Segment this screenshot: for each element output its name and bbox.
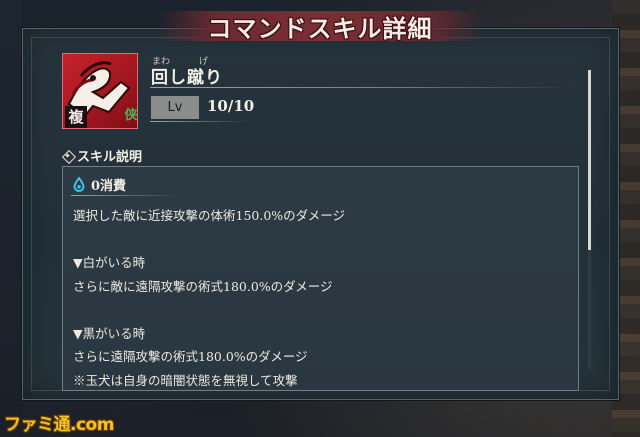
description-line: さらに敵に遠隔攻撃の術式180.0%のダメージ bbox=[73, 278, 333, 294]
description-line: ▼黒がいる時 bbox=[73, 325, 146, 341]
level-divider bbox=[150, 121, 250, 122]
skill-name-divider bbox=[150, 87, 575, 88]
background-left-edge bbox=[0, 0, 22, 437]
scrollbar-thumb[interactable] bbox=[588, 70, 591, 250]
description-line: さらに遠隔攻撃の術式180.0%のダメージ bbox=[73, 349, 308, 364]
skill-description-heading-text: スキル説明 bbox=[77, 150, 143, 165]
skill-cost-divider bbox=[71, 195, 181, 196]
skill-description-heading: スキル説明 bbox=[62, 146, 142, 165]
description-line: ※玉犬は自身の暗闇状態を無視して攻撃 bbox=[73, 372, 298, 388]
level-label: Lv bbox=[151, 96, 199, 119]
famitsu-watermark: ファミ通.com bbox=[4, 415, 114, 435]
drop-icon bbox=[73, 177, 85, 192]
diamond-bullet-icon bbox=[62, 150, 73, 161]
skill-icon-badge-top: 侠 bbox=[124, 108, 138, 123]
title-banner: コマンドスキル詳細 bbox=[158, 7, 482, 45]
skill-icon-badge-bottom: 複 bbox=[65, 106, 87, 128]
description-line bbox=[73, 298, 563, 322]
description-line bbox=[73, 228, 563, 252]
level-value: 10/10 bbox=[207, 97, 255, 115]
skill-description-panel: 0消費 選択した敵に近接攻撃の体術150.0%のダメージ ▼白がいる時 さらに敵… bbox=[62, 166, 579, 391]
skill-cost: 0消費 bbox=[73, 175, 126, 194]
description-line: ▼白がいる時 bbox=[73, 255, 146, 270]
kick-skill-icon[interactable]: 侠 複 bbox=[62, 53, 138, 129]
skill-name: 回し蹴り bbox=[151, 68, 223, 88]
skill-cost-text: 0消費 bbox=[91, 179, 127, 194]
skill-description-text: 選択した敵に近接攻撃の体術150.0%のダメージ ▼白がいる時 さらに敵に遠隔攻… bbox=[73, 204, 563, 392]
dialog-title: コマンドスキル詳細 bbox=[207, 14, 433, 43]
description-line: 選択した敵に近接攻撃の体術150.0%のダメージ bbox=[73, 208, 346, 223]
